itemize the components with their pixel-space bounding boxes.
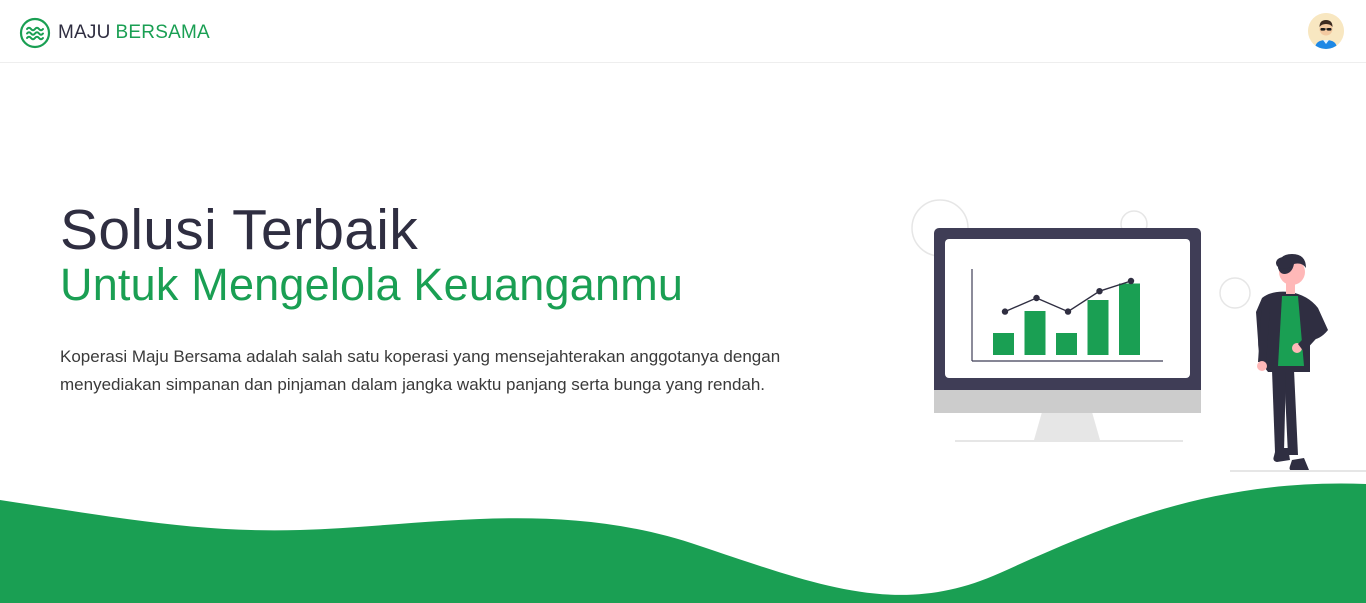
navbar: MAJU BERSAMA	[0, 0, 1366, 63]
chart-bar	[1024, 311, 1046, 355]
hero-subtitle: Untuk Mengelola Keuanganmu	[60, 259, 684, 310]
chart-bar	[1087, 300, 1109, 355]
chart-point	[1096, 288, 1103, 295]
brand-name-primary: MAJU	[58, 22, 111, 43]
bottom-wave-decoration	[0, 483, 1366, 603]
chart-point	[1033, 294, 1040, 302]
chart-point	[1064, 308, 1072, 315]
user-avatar-button[interactable]	[1308, 13, 1344, 49]
monitor-chin-bottom	[934, 390, 1201, 413]
chart-point	[1127, 277, 1135, 285]
user-avatar-icon	[1308, 13, 1344, 49]
brand-name-accent: BERSAMA	[115, 22, 210, 43]
hero-title: Solusi Terbaik	[60, 198, 419, 262]
chart-point	[1001, 308, 1009, 315]
brand-link[interactable]: MAJU BERSAMA	[19, 17, 210, 49]
person-figure	[1256, 254, 1328, 472]
waves-logo-icon	[19, 17, 51, 49]
brand-name: MAJU BERSAMA	[58, 22, 210, 44]
chart-bar	[1056, 333, 1077, 355]
hero-description: Koperasi Maju Bersama adalah salah satu …	[60, 347, 781, 394]
chart-bar	[993, 333, 1014, 355]
monitor-stand	[1034, 412, 1100, 440]
financial-growth-illustration	[911, 199, 1366, 472]
decor-circle	[1219, 277, 1251, 309]
chart-bar	[1119, 283, 1140, 355]
